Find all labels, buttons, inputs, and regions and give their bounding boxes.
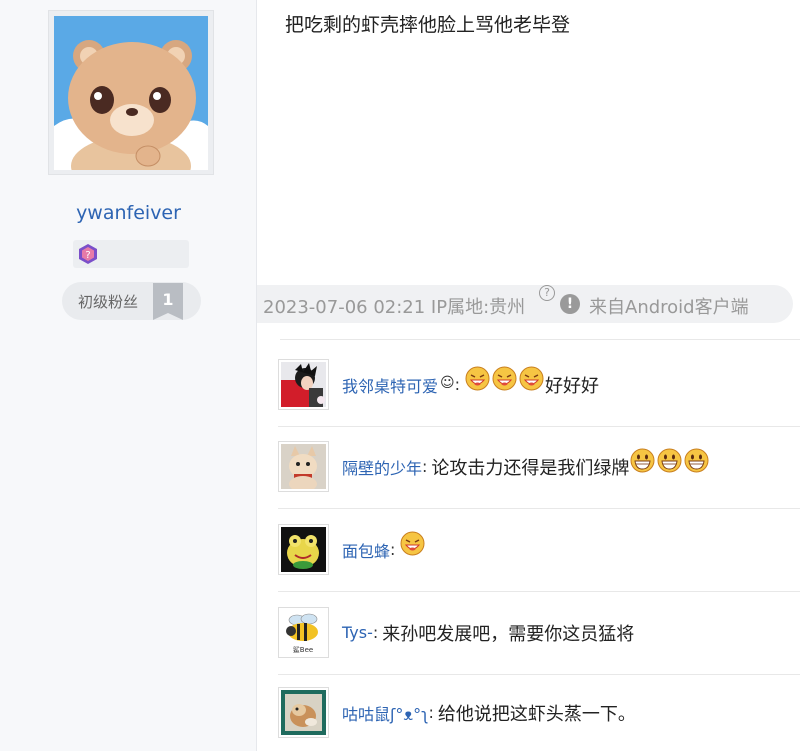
comment-avatar[interactable] xyxy=(278,441,329,492)
comment-colon: : xyxy=(372,623,379,642)
comment-line: 面包蜂 : xyxy=(342,524,426,575)
post-meta-bar: 2023-07-06 02:21 IP属地:贵州 ? ! 来自Android客户… xyxy=(257,285,793,323)
comment-colon: : xyxy=(428,703,434,722)
comment-line: 隔壁的少年 : 论攻击力还得是我们绿牌 xyxy=(342,441,710,492)
comment-line: 咕咕鼠ʃ°ᴥ°ʅ : 给他说把这虾头蒸一下。 xyxy=(342,687,636,738)
comment-item: 鲨Bee Tys- : 来孙吧发展吧，需要你这员猛将 xyxy=(278,607,800,687)
grin-emoji-icon xyxy=(684,448,709,473)
post-source: 来自Android客户端 xyxy=(589,297,749,318)
comment-item: 咕咕鼠ʃ°ᴥ°ʅ : 给他说把这虾头蒸一下。 xyxy=(278,687,800,751)
bee-caption: 鲨Bee xyxy=(293,646,313,654)
comment-username[interactable]: 隔壁的少年 xyxy=(342,455,422,479)
warning-icon[interactable]: ! xyxy=(560,294,580,314)
level-number: 1 xyxy=(162,290,173,309)
laugh-emoji-icon xyxy=(400,531,425,556)
comment-avatar[interactable] xyxy=(278,524,329,575)
dog-avatar-image xyxy=(281,690,326,735)
comment-item: 隔壁的少年 : 论攻击力还得是我们绿牌 xyxy=(278,441,800,521)
comment-username[interactable]: 咕咕鼠ʃ°ᴥ°ʅ xyxy=(342,701,428,725)
comment-avatar[interactable]: 鲨Bee xyxy=(278,607,329,658)
comment-divider xyxy=(278,508,800,509)
grin-emoji-icon xyxy=(630,448,655,473)
comment-username[interactable]: Tys- xyxy=(342,623,373,642)
comment-divider xyxy=(278,426,800,427)
comment-text: 给他说把这虾头蒸一下。 xyxy=(437,703,636,725)
level-title: 初级粉丝 xyxy=(78,293,139,311)
bear-avatar-image xyxy=(54,16,208,170)
comment-avatar[interactable] xyxy=(278,687,329,738)
laugh-emoji-icon xyxy=(492,366,517,391)
comment-item: 我邻桌特可爱 ☺ : 好好好 xyxy=(278,359,800,439)
comment-line: 我邻桌特可爱 ☺ : 好好好 xyxy=(342,359,599,410)
laugh-emoji-icon xyxy=(465,366,490,391)
author-badge-bar[interactable]: ? xyxy=(73,240,189,268)
bee-avatar-image: 鲨Bee xyxy=(281,610,326,655)
comment-divider xyxy=(278,591,800,592)
comment-text: 论攻击力还得是我们绿牌 xyxy=(431,457,630,479)
level-number-badge: 1 xyxy=(153,283,183,320)
svg-text:?: ? xyxy=(85,250,90,261)
laugh-emoji-icon xyxy=(519,366,544,391)
post-date-location: 2023-07-06 02:21 IP属地:贵州 xyxy=(263,297,526,318)
comment-line: Tys- : 来孙吧发展吧，需要你这员猛将 xyxy=(342,607,634,658)
comments-divider xyxy=(280,339,800,340)
comment-text: 好好好 xyxy=(545,375,600,397)
comment-username[interactable]: 面包蜂 xyxy=(342,538,390,562)
comment-divider xyxy=(278,674,800,675)
comment-avatar[interactable] xyxy=(278,359,329,410)
help-icon[interactable]: ? xyxy=(539,285,555,301)
comment-colon: : xyxy=(422,457,428,476)
comment-username[interactable]: 我邻桌特可爱 xyxy=(342,373,438,397)
grin-emoji-icon xyxy=(657,448,682,473)
cat-avatar-image xyxy=(281,444,326,489)
question-badge-icon: ? xyxy=(79,244,97,264)
frog-avatar-image xyxy=(281,527,326,572)
comment-colon: : xyxy=(454,375,461,394)
author-username[interactable]: ywanfeiver xyxy=(0,202,257,224)
post-content: 把吃剩的虾壳摔他脸上骂他老毕登 xyxy=(285,14,571,36)
author-avatar[interactable] xyxy=(48,10,214,175)
blush-face-icon: ☺ xyxy=(440,374,455,391)
comment-colon: : xyxy=(390,540,396,559)
author-panel: ywanfeiver ? 初级粉丝 1 xyxy=(0,0,257,751)
comment-item: 面包蜂 : xyxy=(278,524,800,604)
comment-text: 来孙吧发展吧，需要你这员猛将 xyxy=(382,623,635,645)
anime-avatar-image xyxy=(281,362,326,407)
